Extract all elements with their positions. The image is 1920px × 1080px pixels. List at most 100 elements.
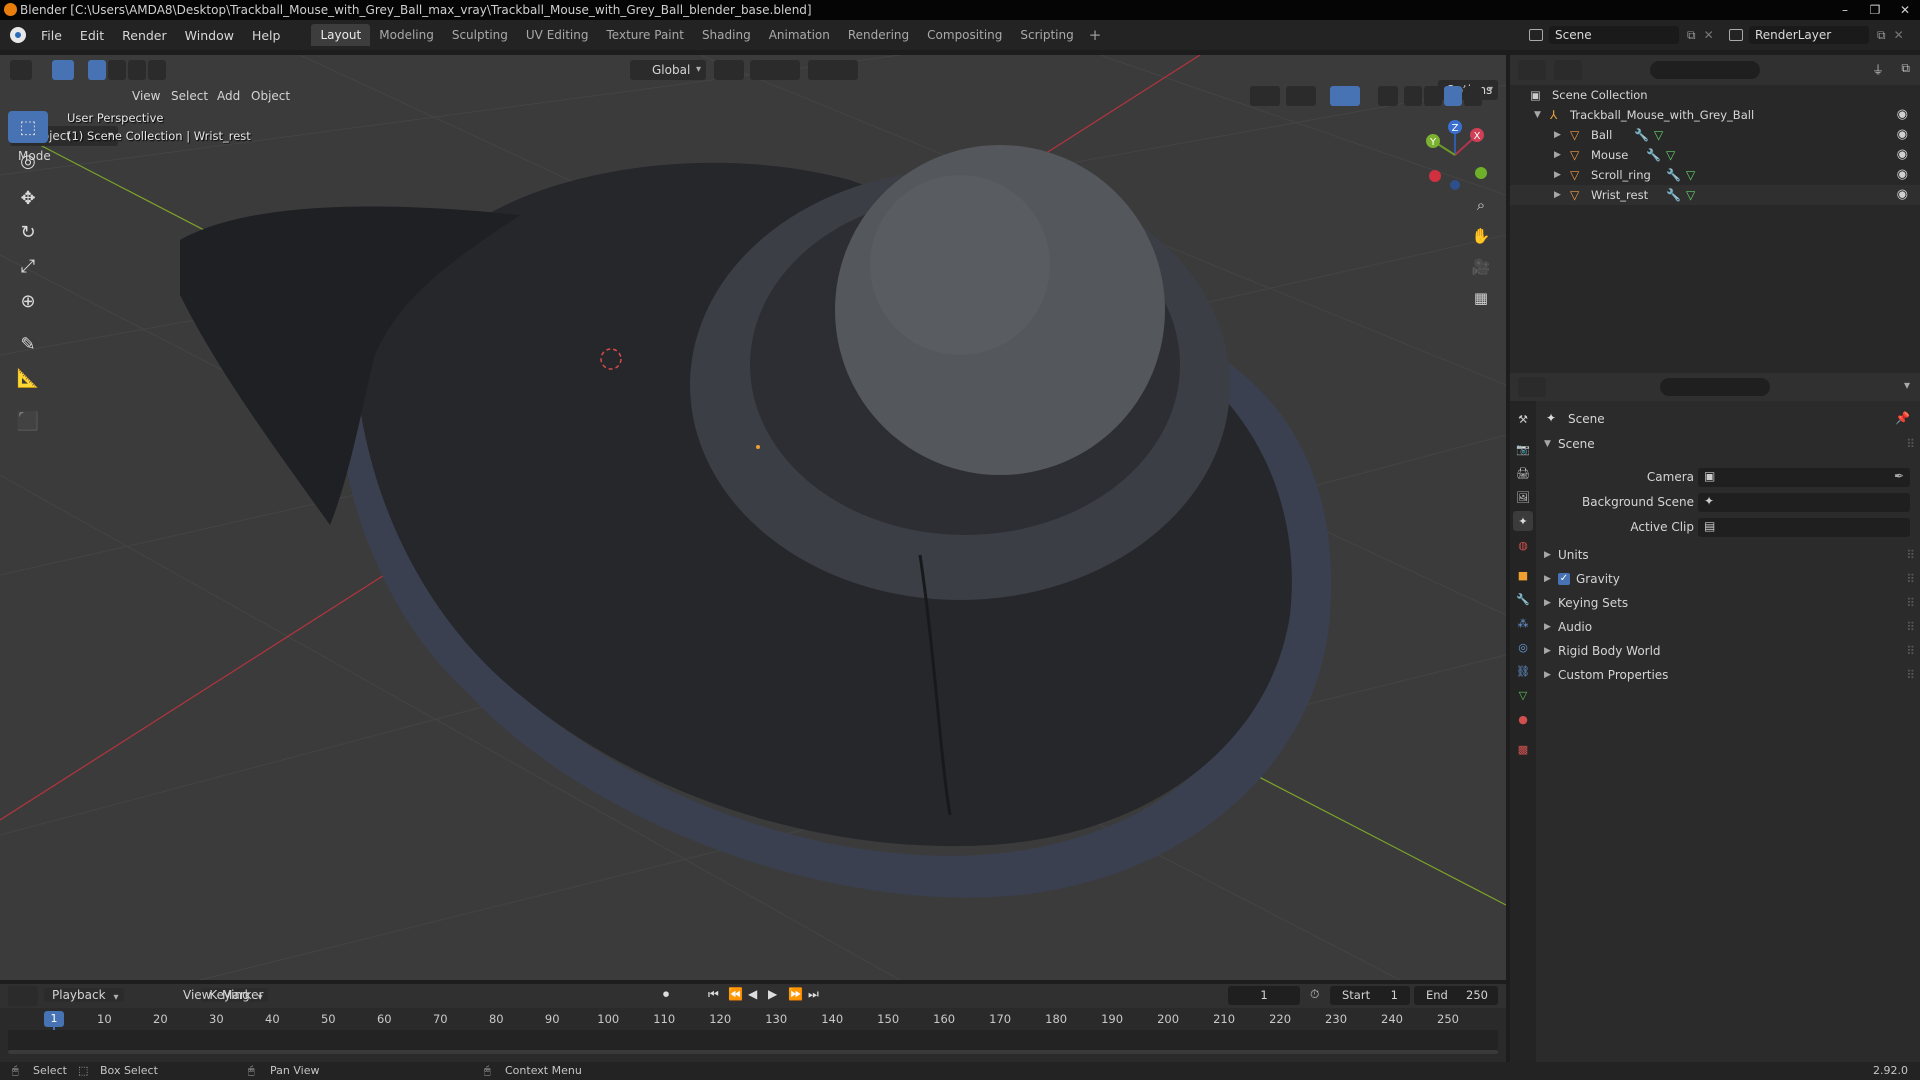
- overlays-icon[interactable]: [1330, 86, 1360, 106]
- add-cube-tool-icon[interactable]: ⬛: [8, 405, 48, 437]
- cursor-tool-icon[interactable]: ◎: [8, 145, 48, 177]
- solid-shading-icon[interactable]: [1424, 86, 1442, 106]
- menu-view[interactable]: View: [132, 86, 160, 106]
- gizmo-neg-y[interactable]: [1475, 167, 1487, 179]
- display-mode-icon[interactable]: [1554, 60, 1582, 80]
- jump-end-icon[interactable]: ⏭: [808, 987, 819, 1002]
- annotate-tool-icon[interactable]: ✎: [8, 328, 48, 360]
- menu-view[interactable]: View: [183, 986, 211, 1005]
- 3d-viewport[interactable]: Global Options Object Mode View Select A…: [0, 55, 1506, 980]
- jump-start-icon[interactable]: ⏮: [708, 987, 719, 1002]
- tab-modeling[interactable]: Modeling: [370, 24, 443, 46]
- frame-ruler[interactable]: 1 10 20 30 40 50 60 70 80 90 100 110 120 130 140 150 160…: [8, 1008, 1498, 1050]
- particles-tab-icon[interactable]: ⁂: [1513, 613, 1533, 633]
- visibility-eye-icon[interactable]: ◉: [1897, 185, 1908, 205]
- output-tab-icon[interactable]: 🖨: [1513, 463, 1533, 483]
- select-box-tool-icon[interactable]: ⬚: [8, 111, 48, 143]
- snapping-icon[interactable]: [750, 60, 800, 80]
- tab-animation[interactable]: Animation: [760, 24, 839, 46]
- texture-tab-icon[interactable]: ▩: [1513, 739, 1533, 759]
- auto-keying-icon[interactable]: ⏺: [663, 987, 669, 1002]
- outliner-row-ball[interactable]: ▶ ▽ Ball 🔧 ▽ ◉: [1510, 125, 1920, 145]
- eyedropper-icon[interactable]: ✒: [1894, 469, 1904, 483]
- minimize-button[interactable]: –: [1830, 0, 1860, 20]
- xray-icon[interactable]: [1378, 86, 1398, 106]
- visibility-eye-icon[interactable]: ◉: [1897, 125, 1908, 145]
- zoom-icon[interactable]: ⌕: [1468, 192, 1494, 218]
- menu-render[interactable]: Render: [113, 28, 176, 43]
- new-scene-icon[interactable]: ⧉: [1687, 28, 1696, 43]
- select-tool-icon[interactable]: [52, 60, 74, 80]
- expand-arrow-icon[interactable]: ▼: [1534, 105, 1541, 125]
- editor-type-icon[interactable]: [10, 60, 32, 80]
- play-reverse-icon[interactable]: ◀: [748, 987, 757, 1001]
- view-layer-selector[interactable]: RenderLayer ⧉ ✕: [1723, 25, 1920, 45]
- new-view-layer-icon[interactable]: ⧉: [1877, 28, 1886, 43]
- timeline-scrollbar[interactable]: [8, 1050, 1498, 1054]
- transform-tool-icon[interactable]: ⊕: [8, 285, 48, 317]
- filter-icon[interactable]: ⏚: [1872, 61, 1884, 78]
- outliner-row-wrist-rest[interactable]: ▶ ▽ Wrist_rest 🔧 ▽ ◉: [1510, 185, 1920, 205]
- modifier-wrench-icon[interactable]: 🔧: [1646, 145, 1661, 165]
- add-workspace-button[interactable]: +: [1083, 24, 1108, 46]
- measure-tool-icon[interactable]: 📐: [8, 362, 48, 394]
- rendered-shading-icon[interactable]: [1464, 86, 1482, 106]
- outliner-row-scene-collection[interactable]: ▣ Scene Collection: [1510, 85, 1920, 105]
- gravity-checkbox[interactable]: ✓: [1558, 573, 1570, 585]
- new-collection-icon[interactable]: ⧉: [1901, 61, 1910, 76]
- tab-shading[interactable]: Shading: [693, 24, 760, 46]
- camera-field[interactable]: ▣ ✒: [1698, 468, 1910, 487]
- modifier-tab-icon[interactable]: 🔧: [1513, 589, 1533, 609]
- menu-help[interactable]: Help: [243, 28, 290, 43]
- material-tab-icon[interactable]: ●: [1513, 709, 1533, 729]
- outliner-editor-type-icon[interactable]: [1518, 60, 1546, 80]
- select-mode-extend-icon[interactable]: [108, 60, 126, 80]
- transform-orientation-dropdown[interactable]: Global: [630, 60, 706, 80]
- playback-dropdown[interactable]: Playback: [44, 988, 124, 1002]
- panel-scene-header[interactable]: ▼ Scene ⠿: [1540, 433, 1916, 455]
- tab-uv-editing[interactable]: UV Editing: [517, 24, 598, 46]
- timeline-editor-type-icon[interactable]: [8, 986, 38, 1006]
- outliner-row-mouse[interactable]: ▶ ▽ Mouse 🔧 ▽ ◉: [1510, 145, 1920, 165]
- modifier-wrench-icon[interactable]: 🔧: [1666, 185, 1681, 205]
- menu-add[interactable]: Add: [217, 86, 240, 106]
- visibility-eye-icon[interactable]: ◉: [1897, 145, 1908, 165]
- background-scene-field[interactable]: ✦: [1698, 493, 1910, 512]
- gizmo-neg-x[interactable]: [1429, 170, 1441, 182]
- scale-tool-icon[interactable]: ⤢: [8, 250, 48, 282]
- scene-selector[interactable]: Scene ⧉ ✕: [1523, 25, 1743, 45]
- timeline-track[interactable]: [8, 1030, 1498, 1054]
- material-shading-icon[interactable]: [1444, 86, 1462, 106]
- frame-cursor[interactable]: 1: [44, 1011, 64, 1027]
- perspective-toggle-icon[interactable]: ▦: [1468, 285, 1494, 311]
- select-mode-subtract-icon[interactable]: [128, 60, 146, 80]
- current-frame-field[interactable]: 1: [1228, 986, 1300, 1005]
- navigation-gizmo[interactable]: Z X Y: [1415, 115, 1495, 195]
- proportional-editing-icon[interactable]: [808, 60, 858, 80]
- tab-compositing[interactable]: Compositing: [918, 24, 1011, 46]
- mesh-data-icon[interactable]: ▽: [1666, 145, 1675, 165]
- gizmo-neg-z[interactable]: [1450, 180, 1460, 190]
- jump-keyframe-back-icon[interactable]: ⏪: [728, 987, 743, 1001]
- object-tab-icon[interactable]: ■: [1513, 565, 1533, 585]
- tab-layout[interactable]: Layout: [311, 24, 371, 46]
- gizmo-toggle-icon[interactable]: [1286, 86, 1316, 106]
- active-clip-field[interactable]: ▤: [1698, 518, 1910, 537]
- outliner-row-collection[interactable]: ▼ ⅄ Trackball_Mouse_with_Grey_Ball ◉: [1510, 105, 1920, 125]
- menu-edit[interactable]: Edit: [71, 28, 113, 43]
- move-tool-icon[interactable]: ✥: [8, 182, 48, 214]
- physics-tab-icon[interactable]: ◎: [1513, 637, 1533, 657]
- tab-sculpting[interactable]: Sculpting: [443, 24, 517, 46]
- visibility-eye-icon[interactable]: ◉: [1897, 105, 1908, 125]
- view-layer-tab-icon[interactable]: 🖼: [1513, 487, 1533, 507]
- start-frame-field[interactable]: Start 1: [1330, 986, 1410, 1005]
- scene-tab-icon[interactable]: ✦: [1513, 511, 1533, 531]
- world-tab-icon[interactable]: ◍: [1513, 535, 1533, 555]
- outliner-search-input[interactable]: [1650, 61, 1760, 79]
- panel-audio[interactable]: ▶ Audio ⠿: [1540, 616, 1916, 638]
- modifier-wrench-icon[interactable]: 🔧: [1666, 165, 1681, 185]
- properties-editor-type-icon[interactable]: [1518, 377, 1546, 397]
- visibility-eye-icon[interactable]: ◉: [1897, 165, 1908, 185]
- view-layer-name-field[interactable]: RenderLayer: [1749, 26, 1869, 44]
- panel-gravity[interactable]: ▶ ✓ Gravity ⠿: [1540, 568, 1916, 590]
